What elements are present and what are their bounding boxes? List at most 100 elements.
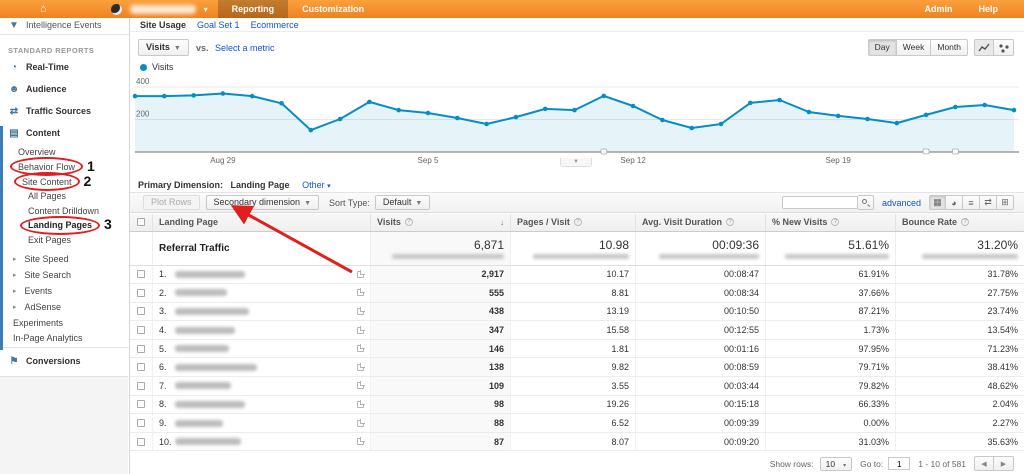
secondary-dimension-dropdown[interactable]: Secondary dimension▼ <box>206 195 320 210</box>
data-point[interactable] <box>807 110 812 115</box>
sidebar-item-site-search[interactable]: ▸Site Search <box>0 267 129 283</box>
data-point[interactable] <box>543 107 548 112</box>
data-point[interactable] <box>367 100 372 105</box>
data-point[interactable] <box>924 113 929 118</box>
column-header-bounce-rate[interactable]: Bounce Rate? <box>895 214 1024 231</box>
data-point[interactable] <box>748 101 753 106</box>
open-in-new-window-icon[interactable] <box>357 308 364 315</box>
landing-page-name-redacted[interactable] <box>175 308 249 315</box>
data-point[interactable] <box>777 98 782 103</box>
comparison-view-icon[interactable]: ⇄ <box>980 195 997 210</box>
row-checkbox[interactable] <box>137 382 145 390</box>
tab-customization[interactable]: Customization <box>288 0 378 18</box>
next-page-button[interactable]: ▶ <box>994 456 1014 471</box>
sidebar-item-site-speed[interactable]: ▸Site Speed <box>0 251 129 267</box>
table-search-input[interactable] <box>782 196 858 209</box>
granularity-week-button[interactable]: Week <box>897 39 932 56</box>
granularity-month-button[interactable]: Month <box>931 39 968 56</box>
sidebar-item-exit-pages[interactable]: Exit Pages <box>0 233 129 248</box>
select-a-metric-link[interactable]: Select a metric <box>215 43 275 53</box>
other-dimension-link[interactable]: Other ▾ <box>302 180 331 190</box>
primary-dimension-value[interactable]: Landing Page <box>231 180 290 190</box>
data-point[interactable] <box>133 94 138 99</box>
data-point[interactable] <box>279 101 284 106</box>
data-point[interactable] <box>484 122 489 127</box>
row-checkbox[interactable] <box>137 307 145 315</box>
sidebar-item-traffic-sources[interactable]: ⇄Traffic Sources <box>0 100 129 122</box>
data-point[interactable] <box>162 94 167 99</box>
data-point[interactable] <box>572 108 577 113</box>
landing-page-name-redacted[interactable] <box>175 420 223 427</box>
column-header-avg-visit-duration[interactable]: Avg. Visit Duration? <box>635 214 765 231</box>
row-checkbox[interactable] <box>137 289 145 297</box>
table-view-icon[interactable]: ▦ <box>929 195 946 210</box>
sidebar-item-real-time[interactable]: ◔Real-Time <box>0 56 129 78</box>
search-button[interactable] <box>858 195 874 210</box>
data-point[interactable] <box>689 126 694 131</box>
annotation-marker-icon[interactable] <box>601 149 607 154</box>
help-icon[interactable]: ? <box>726 218 734 226</box>
sidebar-item-landing-pages[interactable]: Landing Pages3 <box>0 218 129 233</box>
data-point[interactable] <box>836 114 841 119</box>
sidebar-item-all-pages[interactable]: All Pages <box>0 189 129 204</box>
column-header--new-visits[interactable]: % New Visits? <box>765 214 895 231</box>
landing-page-name-redacted[interactable] <box>175 438 241 445</box>
help-icon[interactable]: ? <box>831 218 839 226</box>
admin-link[interactable]: Admin <box>924 4 952 14</box>
row-checkbox[interactable] <box>137 270 145 278</box>
sidebar-item-content[interactable]: ▤Content <box>0 122 129 144</box>
annotation-marker-icon[interactable] <box>952 149 958 154</box>
sort-type-dropdown[interactable]: Default▼ <box>375 195 430 210</box>
goto-page-input[interactable] <box>888 457 910 470</box>
help-icon[interactable]: ? <box>405 218 413 226</box>
plot-rows-button[interactable]: Plot Rows <box>143 195 200 210</box>
data-point[interactable] <box>191 93 196 98</box>
sidebar-item-overview[interactable]: Overview <box>0 144 129 159</box>
data-point[interactable] <box>631 104 636 109</box>
help-link[interactable]: Help <box>978 4 998 14</box>
sidebar-item-behavior-flow[interactable]: Behavior Flow1 <box>0 159 129 174</box>
data-point[interactable] <box>719 122 724 127</box>
data-point[interactable] <box>396 108 401 113</box>
open-in-new-window-icon[interactable] <box>357 401 364 408</box>
row-checkbox[interactable] <box>137 363 145 371</box>
account-switcher-caret-icon[interactable]: ▾ <box>204 5 208 14</box>
data-point[interactable] <box>309 128 314 133</box>
help-icon[interactable]: ? <box>961 218 969 226</box>
data-point[interactable] <box>338 117 343 122</box>
open-in-new-window-icon[interactable] <box>357 271 364 278</box>
row-checkbox[interactable] <box>137 419 145 427</box>
motion-chart-view-button[interactable] <box>994 39 1014 56</box>
row-checkbox[interactable] <box>137 438 145 446</box>
granularity-day-button[interactable]: Day <box>868 39 897 56</box>
metric-dropdown[interactable]: Visits▼ <box>138 39 189 56</box>
open-in-new-window-icon[interactable] <box>357 327 364 334</box>
pivot-view-icon[interactable]: ⊞ <box>997 195 1014 210</box>
sidebar-item-site-content[interactable]: Site Content2 <box>0 174 129 189</box>
row-checkbox[interactable] <box>137 326 145 334</box>
landing-page-name-redacted[interactable] <box>175 271 245 278</box>
column-header-visits[interactable]: Visits?↓ <box>370 214 510 231</box>
previous-page-button[interactable]: ◀ <box>974 456 994 471</box>
sidebar-item-events[interactable]: ▸Events <box>0 283 129 299</box>
sidebar-item-adsense[interactable]: ▸AdSense <box>0 299 129 315</box>
data-point[interactable] <box>602 94 607 99</box>
data-point[interactable] <box>865 117 870 122</box>
sidebar-item-intelligence-events[interactable]: ▼Intelligence Events <box>0 18 129 32</box>
show-rows-select[interactable]: 10▾ <box>820 457 852 471</box>
open-in-new-window-icon[interactable] <box>357 289 364 296</box>
data-point[interactable] <box>514 115 519 120</box>
annotation-marker-icon[interactable] <box>923 149 929 154</box>
landing-page-name-redacted[interactable] <box>175 364 257 371</box>
row-checkbox[interactable] <box>137 345 145 353</box>
column-header-landing-page[interactable]: Landing Page <box>152 214 370 231</box>
data-point[interactable] <box>1012 108 1017 113</box>
data-point[interactable] <box>953 105 958 110</box>
select-all-checkbox[interactable] <box>137 218 145 226</box>
annotations-expander[interactable]: ▼ <box>560 158 592 167</box>
advanced-search-link[interactable]: advanced <box>882 198 921 208</box>
tab-site-usage[interactable]: Site Usage <box>140 20 186 30</box>
landing-page-name-redacted[interactable] <box>175 289 227 296</box>
performance-view-icon[interactable]: ≡ <box>963 195 980 210</box>
landing-page-name-redacted[interactable] <box>175 382 231 389</box>
